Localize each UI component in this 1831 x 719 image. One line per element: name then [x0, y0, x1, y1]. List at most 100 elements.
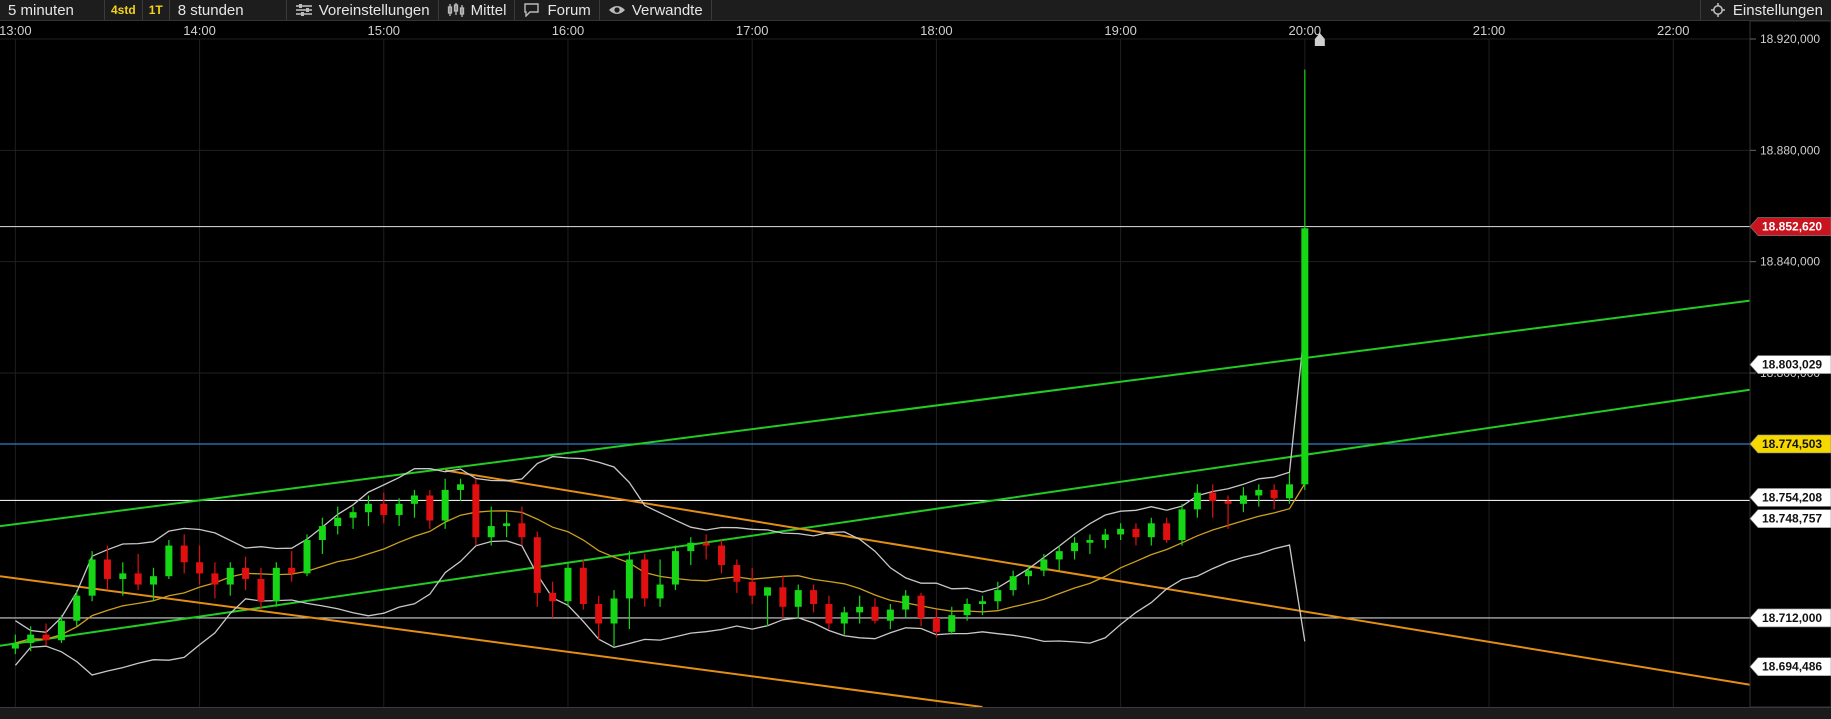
- candle-body: [779, 587, 787, 607]
- candle-body: [426, 495, 434, 521]
- candle-body: [840, 612, 848, 624]
- candle: [656, 559, 664, 607]
- forum-button[interactable]: Forum: [515, 0, 600, 20]
- candle-body: [1239, 495, 1247, 504]
- candle-body: [503, 523, 511, 527]
- candle: [871, 598, 879, 624]
- candle-body: [641, 559, 649, 599]
- candle: [103, 545, 111, 591]
- level-label-a: 18.803,029: [1749, 355, 1831, 374]
- candle-body: [810, 590, 818, 605]
- candle-body: [625, 559, 633, 599]
- bottom-navigation-bar[interactable]: [0, 707, 1831, 719]
- candle: [825, 595, 833, 630]
- candle-body: [687, 542, 695, 552]
- last-price-label-text: 18.852,620: [1762, 220, 1822, 234]
- candle-body: [1224, 501, 1232, 504]
- candle-body: [917, 595, 925, 618]
- candle: [410, 489, 418, 518]
- candle: [702, 534, 710, 560]
- range-1t-label: 1T: [148, 3, 163, 17]
- candle-body: [180, 545, 188, 563]
- presets-button[interactable]: Voreinstellungen: [287, 0, 439, 20]
- candle-body: [1163, 523, 1171, 540]
- candle-body: [886, 609, 894, 621]
- candle-body: [27, 634, 35, 643]
- range-1t-button[interactable]: 1T: [143, 0, 170, 20]
- candle: [1101, 528, 1109, 549]
- eye-icon: [608, 6, 625, 14]
- candle-body: [288, 567, 296, 574]
- candle-body: [564, 567, 572, 602]
- candle: [1040, 553, 1048, 577]
- candle-body: [764, 587, 772, 596]
- candle: [487, 506, 495, 546]
- candle-body: [902, 595, 910, 610]
- candle: [595, 595, 603, 641]
- candle: [303, 534, 311, 577]
- price-chart[interactable]: 18.920,00018.880,00018.840,00018.800,000…: [0, 21, 1831, 707]
- candle-body: [457, 484, 465, 490]
- candle: [272, 562, 280, 607]
- candle: [334, 506, 342, 535]
- candle: [472, 478, 480, 546]
- indicators-label: Mittel: [470, 1, 507, 19]
- candle: [1086, 534, 1094, 554]
- candle: [11, 634, 19, 655]
- candle: [1239, 487, 1247, 513]
- candle-body: [533, 537, 541, 593]
- settings-button[interactable]: Einstellungen: [1699, 0, 1831, 20]
- current-time-marker-icon: [1314, 33, 1325, 46]
- candle-body: [595, 604, 603, 624]
- candle-body: [748, 581, 756, 596]
- candle-body: [364, 503, 372, 513]
- candle-body: [671, 551, 679, 585]
- interval-select[interactable]: 5 minuten: [0, 0, 105, 20]
- level-label-b: 18.754,208: [1749, 488, 1831, 507]
- candle: [1209, 484, 1217, 518]
- candle-body: [794, 590, 802, 607]
- candle-body: [1270, 489, 1278, 499]
- level-label-a-text: 18.803,029: [1762, 358, 1822, 372]
- candle: [917, 592, 925, 627]
- interval-label: 5 minuten: [8, 1, 74, 19]
- candle-body: [73, 595, 81, 621]
- candle: [1117, 523, 1125, 540]
- candle: [119, 562, 127, 596]
- candle-body: [272, 567, 280, 602]
- candle-body: [134, 573, 142, 585]
- candle: [810, 584, 818, 613]
- level-label-d: 18.712,000: [1749, 608, 1831, 628]
- candle-body: [211, 573, 219, 585]
- level-label-d-text: 18.712,000: [1762, 611, 1822, 625]
- price-tick-label: 18.920,000: [1760, 32, 1820, 46]
- candle: [1025, 565, 1033, 585]
- related-button[interactable]: Verwandte: [600, 0, 712, 20]
- candle: [395, 498, 403, 527]
- candle: [1132, 523, 1140, 546]
- candle: [1270, 484, 1278, 510]
- candle: [380, 492, 388, 524]
- candle: [288, 551, 296, 582]
- price-tick-label: 18.840,000: [1760, 255, 1820, 269]
- candle-body: [518, 523, 526, 538]
- range-select[interactable]: 8 stunden: [170, 0, 287, 20]
- candle-body: [1209, 492, 1217, 502]
- candle-body: [380, 503, 388, 515]
- candle-body: [932, 617, 940, 632]
- range-4std-button[interactable]: 4std: [105, 0, 143, 20]
- range-4std-label: 4std: [111, 3, 136, 17]
- indicators-button[interactable]: Mittel: [439, 0, 516, 20]
- forum-label: Forum: [547, 1, 591, 19]
- candle-body: [733, 565, 741, 582]
- candle: [349, 506, 357, 529]
- candle: [564, 562, 572, 607]
- candle-body: [165, 545, 173, 577]
- candle-body: [1055, 551, 1063, 560]
- candle: [457, 478, 465, 502]
- candle-body: [579, 567, 587, 605]
- descending-channel-lower: [0, 575, 983, 707]
- candle-body: [487, 526, 495, 538]
- candle-body: [1301, 228, 1309, 485]
- candle-body: [441, 489, 449, 521]
